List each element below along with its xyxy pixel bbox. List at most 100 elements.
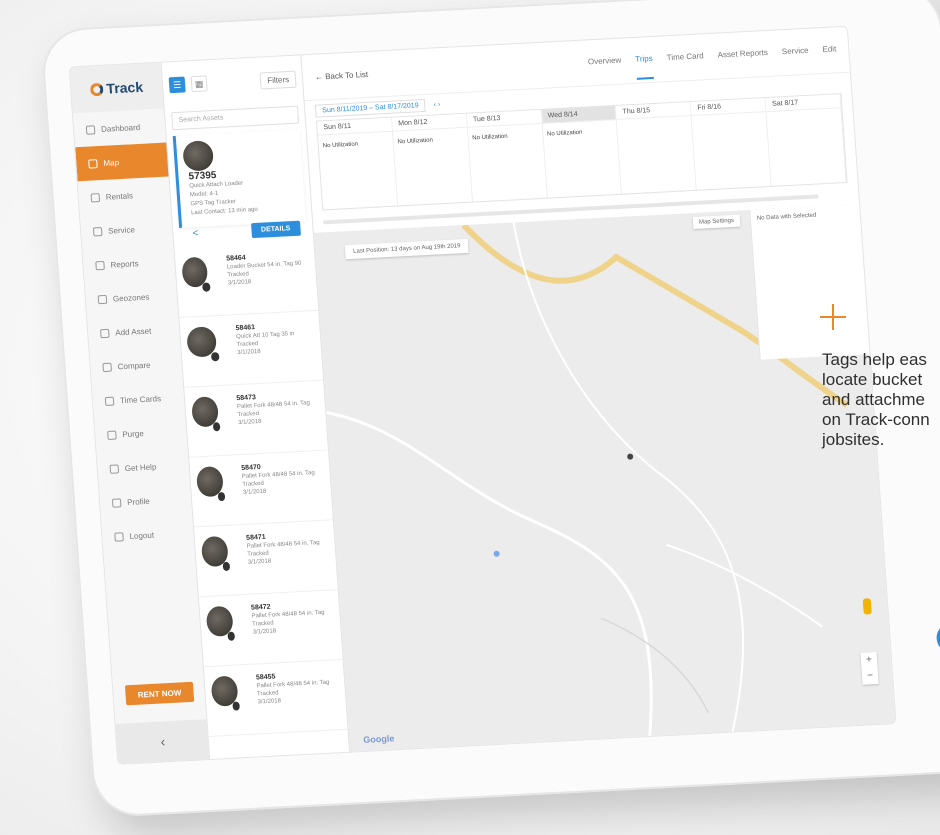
reports-icon bbox=[95, 260, 105, 270]
logo-icon bbox=[90, 82, 104, 96]
sidebar-item-label: Dashboard bbox=[100, 122, 141, 134]
share-icon[interactable]: < bbox=[192, 228, 199, 239]
logout-icon bbox=[114, 531, 124, 542]
tab-service[interactable]: Service bbox=[781, 32, 810, 72]
calendar-day[interactable]: Tue 8/13 No Utilization bbox=[466, 109, 548, 202]
sidebar-item-label: Get Help bbox=[124, 461, 157, 473]
zoom-in-button[interactable]: + bbox=[860, 652, 877, 669]
sidebar-item-label: Profile bbox=[126, 496, 151, 507]
calendar-day[interactable]: Mon 8/12 No Utilization bbox=[391, 113, 473, 206]
filters-button[interactable]: Filters bbox=[259, 70, 297, 90]
list-item-desc: Loader Bucket 54 in. Tag 90 Tracked bbox=[226, 260, 302, 279]
sidebar-item-geozones[interactable]: Geozones bbox=[85, 278, 178, 317]
help-icon bbox=[109, 463, 120, 474]
list-item[interactable]: 58464 Loader Bucket 54 in. Tag 90 Tracked… bbox=[174, 240, 319, 319]
map-icon bbox=[88, 158, 98, 169]
list-item-sub: 3/1/2018 bbox=[247, 558, 272, 566]
tab-asset-reports[interactable]: Asset Reports bbox=[716, 34, 769, 76]
list-item-id: 58470 bbox=[241, 463, 262, 472]
list-item-text: 58464 Loader Bucket 54 in. Tag 90 Tracked… bbox=[226, 251, 311, 304]
sidebar-item-label: Rentals bbox=[105, 190, 134, 202]
map-side-panel: No Data with Selected bbox=[749, 204, 870, 360]
status-badge bbox=[210, 352, 220, 362]
status-badge bbox=[227, 631, 236, 641]
list-item-desc: Pallet Fork 48/48 54 in. Tag Tracked bbox=[256, 679, 330, 698]
tab-time-card[interactable]: Time Card bbox=[665, 37, 705, 78]
plus-icon bbox=[820, 304, 846, 330]
list-item[interactable]: 58471 Pallet Fork 48/48 54 in. Tag Tracke… bbox=[194, 520, 338, 598]
list-item-sub: 3/1/2018 bbox=[227, 279, 252, 287]
zoom-out-button[interactable]: − bbox=[862, 668, 879, 685]
list-item[interactable]: 58461 Quick Att 10 Tag 35 in Tracked 3/1/2… bbox=[179, 310, 324, 388]
status-badge bbox=[231, 701, 241, 711]
calendar-day[interactable]: Thu 8/15 bbox=[616, 102, 698, 194]
grid-view-button[interactable]: ▦ bbox=[190, 75, 208, 93]
selected-asset-card[interactable]: 57395 Quick Attach Loader Model: 4-1 GPS… bbox=[172, 129, 306, 239]
list-toolbar: ☰ ▦ Filters bbox=[162, 55, 304, 108]
back-to-list-link[interactable]: ← Back To List bbox=[315, 70, 369, 82]
day-label: Fri 8/16 bbox=[690, 98, 766, 116]
sidebar-item-label: Add Asset bbox=[114, 326, 152, 337]
sidebar-item-label: Reports bbox=[110, 258, 139, 270]
map-side-text: No Data with Selected bbox=[756, 212, 817, 222]
sidebar-item-get-help[interactable]: Get Help bbox=[97, 448, 190, 487]
search-input[interactable]: Search Assets bbox=[171, 105, 300, 131]
sidebar-item-reports[interactable]: Reports bbox=[82, 244, 175, 283]
sidebar-item-logout[interactable]: Logout bbox=[101, 516, 194, 555]
list-item[interactable]: 58473 Pallet Fork 48/48 54 in. Tag Tracke… bbox=[184, 380, 329, 458]
list-item-sub: 3/1/2018 bbox=[257, 698, 282, 706]
collapse-sidebar-button[interactable]: ‹ bbox=[115, 719, 211, 764]
app-logo[interactable]: Track bbox=[69, 62, 164, 114]
calendar-day[interactable]: Sun 8/11 No Utilization bbox=[317, 117, 398, 210]
map-settings-button[interactable]: Map Settings bbox=[692, 214, 741, 230]
status-badge bbox=[222, 561, 231, 572]
map-view[interactable]: Last Position: 13 days on Aug 19th 2019 … bbox=[313, 204, 896, 752]
rent-now-button[interactable]: RENT NOW bbox=[124, 681, 195, 706]
tab-overview[interactable]: Overview bbox=[587, 42, 623, 83]
sidebar-item-label: Purge bbox=[122, 428, 145, 439]
sidebar-item-time-cards[interactable]: Time Cards bbox=[92, 380, 185, 419]
sidebar-item-map[interactable]: Map bbox=[75, 142, 169, 182]
rentals-icon bbox=[90, 192, 101, 203]
details-button[interactable]: DETAILS bbox=[250, 220, 301, 239]
sidebar-item-rentals[interactable]: Rentals bbox=[78, 176, 171, 215]
sidebar-item-service[interactable]: Service bbox=[80, 210, 173, 249]
list-item[interactable]: 58470 Pallet Fork 48/48 54 in. Tag Tracke… bbox=[189, 450, 333, 528]
day-label: Sun 8/11 bbox=[317, 117, 392, 136]
list-item-id: 58473 bbox=[236, 394, 257, 403]
sidebar-item-profile[interactable]: Profile bbox=[99, 482, 192, 521]
list-item-desc: Pallet Fork 48/48 54 in. Tag Tracked bbox=[246, 539, 320, 558]
sidebar-item-dashboard[interactable]: Dashboard bbox=[73, 109, 166, 148]
list-item-sub: 3/1/2018 bbox=[242, 488, 267, 496]
prev-next-arrows[interactable]: ‹ › bbox=[433, 101, 440, 108]
sidebar-item-purge[interactable]: Purge bbox=[94, 414, 187, 453]
day-label: Wed 8/14 bbox=[541, 105, 617, 124]
day-event: No Utilization bbox=[546, 129, 583, 138]
tab-bar: Overview Trips Time Card Asset Reports Servi… bbox=[587, 30, 838, 82]
list-view-button[interactable]: ☰ bbox=[168, 76, 186, 94]
sidebar-item-compare[interactable]: Compare bbox=[89, 346, 182, 385]
calendar-day[interactable]: Fri 8/16 bbox=[690, 98, 772, 190]
tab-edit[interactable]: Edit bbox=[821, 30, 838, 70]
calendar-day[interactable]: Wed 8/14 No Utilization bbox=[541, 105, 623, 198]
list-item-text: 58473 Pallet Fork 48/48 54 in. Tag Tracke… bbox=[236, 391, 321, 444]
sidebar-item-label: Compare bbox=[117, 360, 151, 371]
list-item-sub: 3/1/2018 bbox=[237, 348, 261, 357]
day-label: Thu 8/15 bbox=[616, 102, 691, 120]
day-label: Tue 8/13 bbox=[466, 109, 542, 128]
product-photo: { "app": { "logo_text": "Track" }, "side… bbox=[0, 0, 940, 835]
day-event: No Utilization bbox=[472, 133, 508, 142]
sidebar-item-add-asset[interactable]: Add Asset bbox=[87, 312, 180, 351]
status-badge bbox=[212, 422, 221, 432]
list-item[interactable]: 58455 Pallet Fork 48/48 54 in. Tag Tracke… bbox=[203, 659, 348, 738]
calendar-day[interactable]: Sat 8/17 bbox=[765, 94, 847, 186]
list-item[interactable]: 58472 Pallet Fork 48/48 54 in. Tag Tracke… bbox=[198, 590, 343, 668]
day-label: Mon 8/12 bbox=[391, 113, 467, 132]
dashboard-icon bbox=[85, 124, 96, 135]
street-view-pegman-icon[interactable] bbox=[862, 598, 872, 615]
tab-trips[interactable]: Trips bbox=[633, 40, 655, 80]
day-event bbox=[696, 120, 762, 123]
tablet-device: Track Dashboard Map Rentals Service Reports G… bbox=[40, 0, 940, 819]
status-badge bbox=[217, 491, 226, 502]
list-item-desc: Pallet Fork 48/48 54 in. Tag Tracked bbox=[236, 400, 311, 419]
